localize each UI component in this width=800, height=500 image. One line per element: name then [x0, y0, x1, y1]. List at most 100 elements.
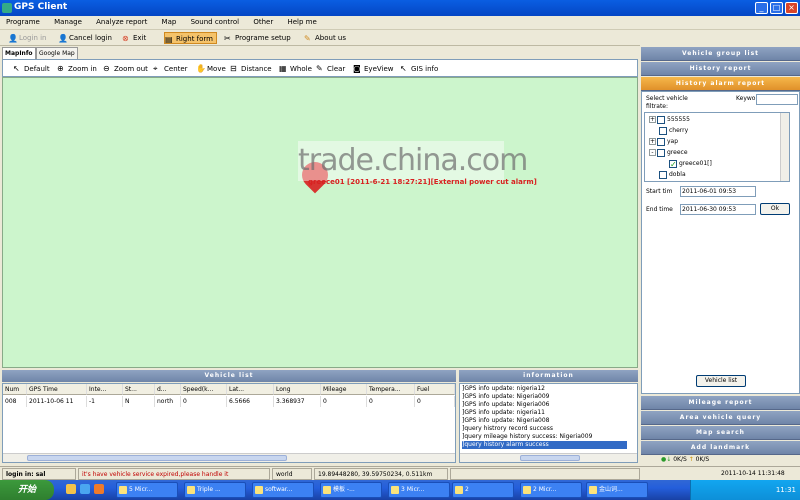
tree-checkbox[interactable]	[657, 115, 665, 124]
quick-launch-icon[interactable]	[94, 484, 104, 494]
taskbar-item[interactable]: 5 Micr...	[116, 482, 178, 498]
tree-checkbox[interactable]	[659, 126, 667, 135]
expander[interactable]: +	[649, 116, 656, 123]
table-cell[interactable]: 0	[415, 396, 455, 407]
taskbar-item[interactable]: 3 Micr...	[388, 482, 450, 498]
zoom-in-tool[interactable]: ⊕ Zoom in	[57, 64, 97, 74]
taskbar-item[interactable]: 金山词...	[586, 482, 648, 498]
tree-node[interactable]: dobla	[659, 169, 686, 180]
vehicle-list-button[interactable]: Vehicle list	[696, 375, 746, 387]
table-cell[interactable]: 6.5666	[227, 396, 274, 407]
taskbar-item[interactable]: 2 Micr...	[520, 482, 582, 498]
mileage-report-header[interactable]: Mileage report	[641, 396, 800, 410]
close-button[interactable]: ×	[785, 2, 798, 14]
service-expired-message: it's have vehicle service expired,please…	[78, 468, 270, 480]
tree-node[interactable]: - greece	[649, 147, 688, 158]
menu-programe[interactable]: Programe	[0, 16, 46, 28]
table-cell[interactable]: north	[155, 396, 181, 407]
move-tool[interactable]: ✋ Move	[196, 64, 226, 74]
start-time-picker[interactable]: 2011-06-01 09:53	[680, 186, 756, 197]
column-header[interactable]: St...	[123, 384, 155, 395]
tray-clock[interactable]: 11:31	[776, 486, 796, 494]
tree-checkbox[interactable]	[659, 170, 667, 179]
table-cell[interactable]: 2011-10-06 11	[27, 396, 87, 407]
log-line: ]GPS info update: Nigeria008	[462, 417, 550, 424]
quick-launch-icon[interactable]	[66, 484, 76, 494]
log-horizontal-scrollbar[interactable]	[460, 453, 637, 462]
taskbar-item[interactable]: Triple ...	[184, 482, 246, 498]
table-cell[interactable]: 008	[3, 396, 27, 407]
right-form-button[interactable]: ▤ Right form	[164, 32, 217, 44]
menu-manage[interactable]: Manage	[48, 16, 88, 28]
taskbar-item[interactable]: 模板 -...	[320, 482, 382, 498]
table-cell[interactable]: 0	[321, 396, 367, 407]
maximize-button[interactable]: □	[770, 2, 783, 14]
tree-scrollbar[interactable]	[780, 113, 789, 181]
tree-checkbox-checked[interactable]	[669, 159, 677, 168]
tree-node[interactable]: cherry	[659, 125, 688, 136]
expander[interactable]: +	[649, 138, 656, 145]
minimize-button[interactable]: _	[755, 2, 768, 14]
vehicle-group-list-header[interactable]: Vehicle group list	[641, 47, 800, 61]
tree-checkbox[interactable]	[657, 148, 665, 157]
tree-node[interactable]: +555555	[649, 114, 690, 125]
center-tool[interactable]: ⌖ Center	[153, 64, 188, 74]
whole-tool[interactable]: ▦ Whole	[279, 64, 312, 74]
speed-indicator: ●↓ 0K/S ↑ 0K/S	[661, 456, 710, 463]
tree-checkbox[interactable]	[657, 137, 665, 146]
column-header[interactable]: Fuel	[415, 384, 455, 395]
eyeview-tool[interactable]: ◙ EyeView	[353, 64, 393, 74]
menu-analyze-report[interactable]: Analyze report	[90, 16, 153, 28]
menu-other[interactable]: Other	[247, 16, 279, 28]
tab-mapinfo[interactable]: MapInfo	[2, 47, 36, 59]
table-horizontal-scrollbar[interactable]	[3, 453, 455, 462]
distance-tool[interactable]: ⊟ Distance	[230, 64, 272, 74]
clear-tool[interactable]: ✎ Clear	[316, 64, 345, 74]
column-header[interactable]: Mileage	[321, 384, 367, 395]
scrollbar-thumb[interactable]	[27, 455, 287, 461]
table-cell[interactable]: 0	[181, 396, 227, 407]
ok-button[interactable]: Ok	[760, 203, 790, 215]
zoom-out-tool[interactable]: ⊖ Zoom out	[103, 64, 148, 74]
table-cell[interactable]: -1	[87, 396, 123, 407]
column-header[interactable]: d...	[155, 384, 181, 395]
taskbar-item[interactable]: softwar...	[252, 482, 314, 498]
scrollbar-thumb[interactable]	[520, 455, 580, 461]
table-cell[interactable]: N	[123, 396, 155, 407]
expander[interactable]: -	[649, 149, 656, 156]
vehicle-tree[interactable]: +555555 cherry +yap -greece greece01[] d…	[644, 112, 790, 182]
map-search-header[interactable]: Map search	[641, 426, 800, 440]
column-header[interactable]: Speed(k...	[181, 384, 227, 395]
column-header[interactable]: Inte...	[87, 384, 123, 395]
default-tool[interactable]: ↖ Default	[13, 64, 50, 74]
about-us-button[interactable]: ✎ About us	[304, 32, 346, 44]
quick-launch-icon[interactable]	[80, 484, 90, 494]
area-vehicle-query-header[interactable]: Area vehicle query	[641, 411, 800, 425]
exit-button[interactable]: ⊗ Exit	[122, 32, 146, 44]
end-time-picker[interactable]: 2011-06-30 09:53	[680, 204, 756, 215]
history-report-header[interactable]: History report	[641, 62, 800, 76]
column-header[interactable]: GPS Time	[27, 384, 87, 395]
keyword-input[interactable]	[756, 94, 798, 105]
login-button[interactable]: 👤 Login in	[8, 32, 47, 44]
table-cell[interactable]: 3.368937	[274, 396, 321, 407]
log-line-selected[interactable]: ]query history alarm success	[462, 441, 627, 449]
start-button[interactable]: 开始	[0, 480, 54, 500]
map-canvas[interactable]	[2, 77, 638, 368]
tab-google-map[interactable]: Google Map	[36, 47, 78, 59]
column-header[interactable]: Num	[3, 384, 27, 395]
menu-map[interactable]: Map	[156, 16, 183, 28]
tree-node[interactable]: + yap	[649, 136, 678, 147]
tree-node-selected[interactable]: greece01[]	[669, 158, 712, 169]
taskbar-item[interactable]: 2	[452, 482, 514, 498]
column-header[interactable]: Tempera...	[367, 384, 415, 395]
column-header[interactable]: Lat...	[227, 384, 274, 395]
menu-help[interactable]: Help me	[281, 16, 322, 28]
gis-info-tool[interactable]: ↖ GIS info	[400, 64, 438, 74]
history-alarm-report-header[interactable]: History alarm report	[641, 77, 800, 91]
column-header[interactable]: Long	[274, 384, 321, 395]
table-cell[interactable]: 0	[367, 396, 415, 407]
cancel-login-button[interactable]: 👤 Cancel login	[58, 32, 112, 44]
menu-sound-control[interactable]: Sound control	[185, 16, 246, 28]
programe-setup-button[interactable]: ✂ Programe setup	[224, 32, 291, 44]
